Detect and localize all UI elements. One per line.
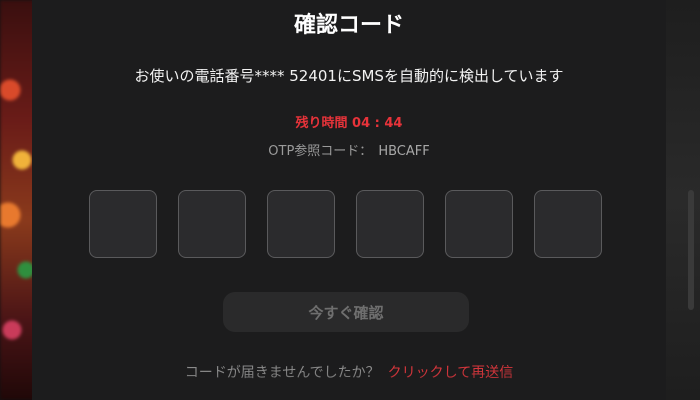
resend-question: コードが届きませんでしたか？ bbox=[184, 365, 380, 381]
otp-digit-input-1[interactable] bbox=[89, 190, 157, 258]
otp-digit-input-5[interactable] bbox=[445, 190, 513, 258]
otp-reference: OTP参照コード： HBCAFF bbox=[32, 142, 666, 162]
verify-now-button[interactable]: 今すぐ確認 bbox=[223, 292, 469, 332]
modal-title: 確認コード bbox=[293, 13, 404, 38]
otp-input-group bbox=[89, 190, 605, 260]
otp-reference-code: HBCAFF bbox=[378, 144, 430, 159]
otp-digit-input-4[interactable] bbox=[356, 190, 424, 258]
sms-detection-message: お使いの電話番号**** 52401にSMSを自動的に検出しています bbox=[134, 67, 564, 85]
resend-prompt: コードが届きませんでしたか？ クリックして再送信 bbox=[32, 362, 666, 384]
countdown-timer: 残り時間 04 : 44 bbox=[295, 116, 403, 131]
otp-verification-modal: 確認コード お使いの電話番号**** 52401にSMSを自動的に検出しています… bbox=[32, 0, 666, 400]
resend-link[interactable]: クリックして再送信 bbox=[388, 365, 514, 381]
otp-digit-input-3[interactable] bbox=[267, 190, 335, 258]
page-scrollbar[interactable] bbox=[666, 0, 700, 400]
otp-reference-label: OTP参照コード： bbox=[268, 144, 373, 159]
otp-digit-input-6[interactable] bbox=[534, 190, 602, 258]
otp-digit-input-2[interactable] bbox=[178, 190, 246, 258]
